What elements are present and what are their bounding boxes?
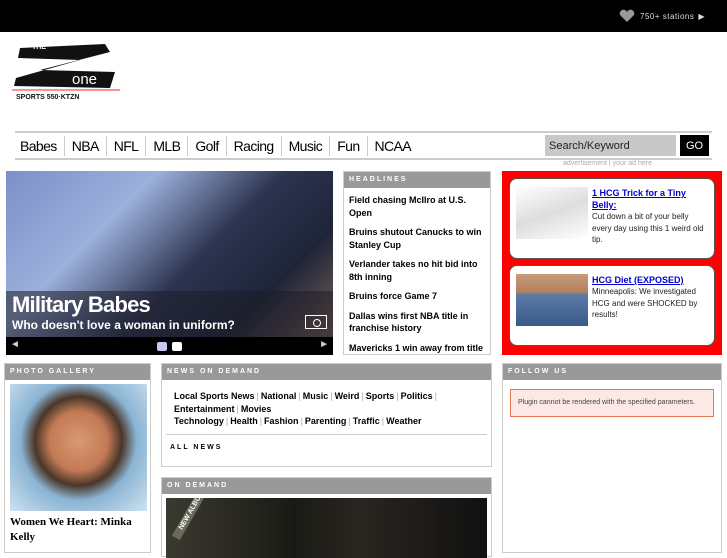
all-news-link[interactable]: ALL NEWS: [162, 435, 491, 460]
nav-babes[interactable]: Babes: [15, 135, 65, 156]
ad-body: Minneapolis: We investigated HCG and wer…: [592, 287, 698, 319]
nav-racing[interactable]: Racing: [227, 135, 282, 156]
nav-music[interactable]: Music: [282, 135, 331, 156]
slide-title: Military Babes: [12, 292, 151, 317]
nav-golf[interactable]: Golf: [188, 135, 227, 156]
separator: |: [434, 391, 437, 401]
follow-us-panel: FOLLOW US Plugin cannot be rendered with…: [502, 363, 722, 553]
ad-link[interactable]: HCG Diet (EXPOSED): [592, 274, 708, 286]
gallery-caption[interactable]: Women We Heart: Minka Kelly: [5, 515, 150, 545]
headline-item[interactable]: Mavericks 1 win away from title after be…: [349, 342, 485, 355]
gallery-header: PHOTO GALLERY: [5, 364, 150, 380]
ad-body: Cut down a bit of your belly every day u…: [592, 212, 704, 244]
nav-nba[interactable]: NBA: [65, 135, 107, 156]
news-link-row: Entertainment | Movies: [174, 403, 479, 416]
news-category-link[interactable]: Parenting: [305, 416, 347, 426]
news-category-link[interactable]: Music: [303, 391, 329, 401]
iheart-icon: [619, 9, 635, 22]
stations-label: 750+ stations: [640, 11, 695, 21]
news-category-link[interactable]: National: [261, 391, 297, 401]
separator: |: [236, 403, 239, 414]
headline-item[interactable]: Bruins force Game 7: [349, 290, 485, 303]
separator: |: [298, 391, 301, 401]
logo-the: THE: [32, 44, 46, 51]
separator: |: [225, 416, 229, 426]
separator: |: [396, 391, 399, 401]
ad-box: 1 HCG Trick for a Tiny Belly: Cut down a …: [502, 171, 722, 355]
new-album-badge: NEW ALBUM: [171, 498, 212, 541]
ad-item[interactable]: HCG Diet (EXPOSED) Minneapolis: We invest…: [509, 265, 715, 346]
play-icon: ▶: [698, 11, 705, 21]
separator: |: [300, 416, 303, 426]
news-category-link[interactable]: Sports: [366, 391, 395, 401]
separator: |: [361, 391, 364, 401]
headlines-panel: HEADLINES Field chasing McIlro at U.S. O…: [343, 171, 491, 355]
headline-item[interactable]: Bruins shutout Canucks to win Stanley Cu…: [349, 226, 485, 251]
camera-icon[interactable]: [305, 315, 327, 329]
slide-dot-1[interactable]: [157, 342, 167, 351]
separator: |: [348, 416, 351, 426]
headline-item[interactable]: Dallas wins first NBA title in franchise…: [349, 310, 485, 335]
headlines-header: HEADLINES: [344, 172, 490, 188]
follow-us-header: FOLLOW US: [503, 364, 721, 380]
news-link-row: Technology | Health | Fashion | Parenting | Traf…: [174, 415, 479, 428]
slideshow[interactable]: Military Babes Who doesn't love a woman …: [6, 171, 333, 355]
nav-fun[interactable]: Fun: [330, 135, 368, 156]
plugin-error-message: Plugin cannot be rendered with the speci…: [510, 389, 714, 417]
svg-text:one: one: [72, 71, 97, 88]
news-category-link[interactable]: Fashion: [264, 416, 299, 426]
news-category-link[interactable]: Movies: [241, 404, 272, 414]
slide-controls: ◄ ►: [6, 337, 333, 355]
ad-label: advertisement | your ad here: [563, 160, 652, 167]
news-category-link[interactable]: Technology: [174, 416, 224, 426]
news-category-link[interactable]: Weird: [335, 391, 360, 401]
separator: |: [256, 391, 259, 401]
headline-item[interactable]: Verlander takes no hit bid into 8th inni…: [349, 258, 485, 283]
ad-link[interactable]: 1 HCG Trick for a Tiny Belly:: [592, 187, 708, 211]
gallery-image[interactable]: [10, 384, 147, 511]
on-demand-header: ON DEMAND: [162, 478, 491, 494]
news-category-link[interactable]: Health: [230, 416, 258, 426]
top-bar: 750+ stations ▶: [0, 0, 727, 32]
logo[interactable]: THE one SPORTS 550·KTZN: [10, 40, 122, 102]
news-category-links: Local Sports News | National | Music | Weird | S…: [162, 380, 491, 428]
photo-gallery-panel: PHOTO GALLERY Women We Heart: Minka Kell…: [4, 363, 151, 553]
nav-mlb[interactable]: MLB: [146, 135, 189, 156]
separator: |: [330, 391, 333, 401]
search-input[interactable]: [545, 135, 676, 156]
news-category-link[interactable]: Weather: [386, 416, 421, 426]
on-demand-panel: ON DEMAND NEW ALBUM: [161, 477, 492, 558]
news-on-demand-panel: NEWS ON DEMAND Local Sports News | Nationa…: [161, 363, 492, 467]
prev-arrow-icon[interactable]: ◄: [10, 339, 20, 350]
stations-link[interactable]: 750+ stations ▶: [618, 9, 705, 23]
separator: |: [381, 416, 385, 426]
news-on-demand-header: NEWS ON DEMAND: [162, 364, 491, 380]
headline-item[interactable]: Field chasing McIlro at U.S. Open: [349, 194, 485, 219]
news-category-link[interactable]: Entertainment: [174, 404, 235, 414]
nav-nfl[interactable]: NFL: [107, 135, 147, 156]
svg-text:SPORTS 550·KTZN: SPORTS 550·KTZN: [16, 94, 79, 101]
ad-image: [516, 187, 588, 239]
search-go-button[interactable]: GO: [680, 135, 709, 156]
news-category-link[interactable]: Local Sports News: [174, 391, 255, 401]
news-category-link[interactable]: Traffic: [353, 416, 380, 426]
next-arrow-icon[interactable]: ►: [319, 339, 329, 350]
ad-image: [516, 274, 588, 326]
news-link-row: Local Sports News | National | Music | Weird | S…: [174, 390, 479, 403]
separator: |: [259, 416, 263, 426]
news-category-link[interactable]: Politics: [401, 391, 433, 401]
slide-dot-2[interactable]: [172, 342, 182, 351]
ad-item[interactable]: 1 HCG Trick for a Tiny Belly: Cut down a …: [509, 178, 715, 259]
on-demand-image[interactable]: NEW ALBUM: [166, 498, 487, 558]
slide-subtitle: Who doesn't love a woman in uniform?: [12, 318, 235, 332]
nav-ncaa[interactable]: NCAA: [368, 136, 419, 156]
